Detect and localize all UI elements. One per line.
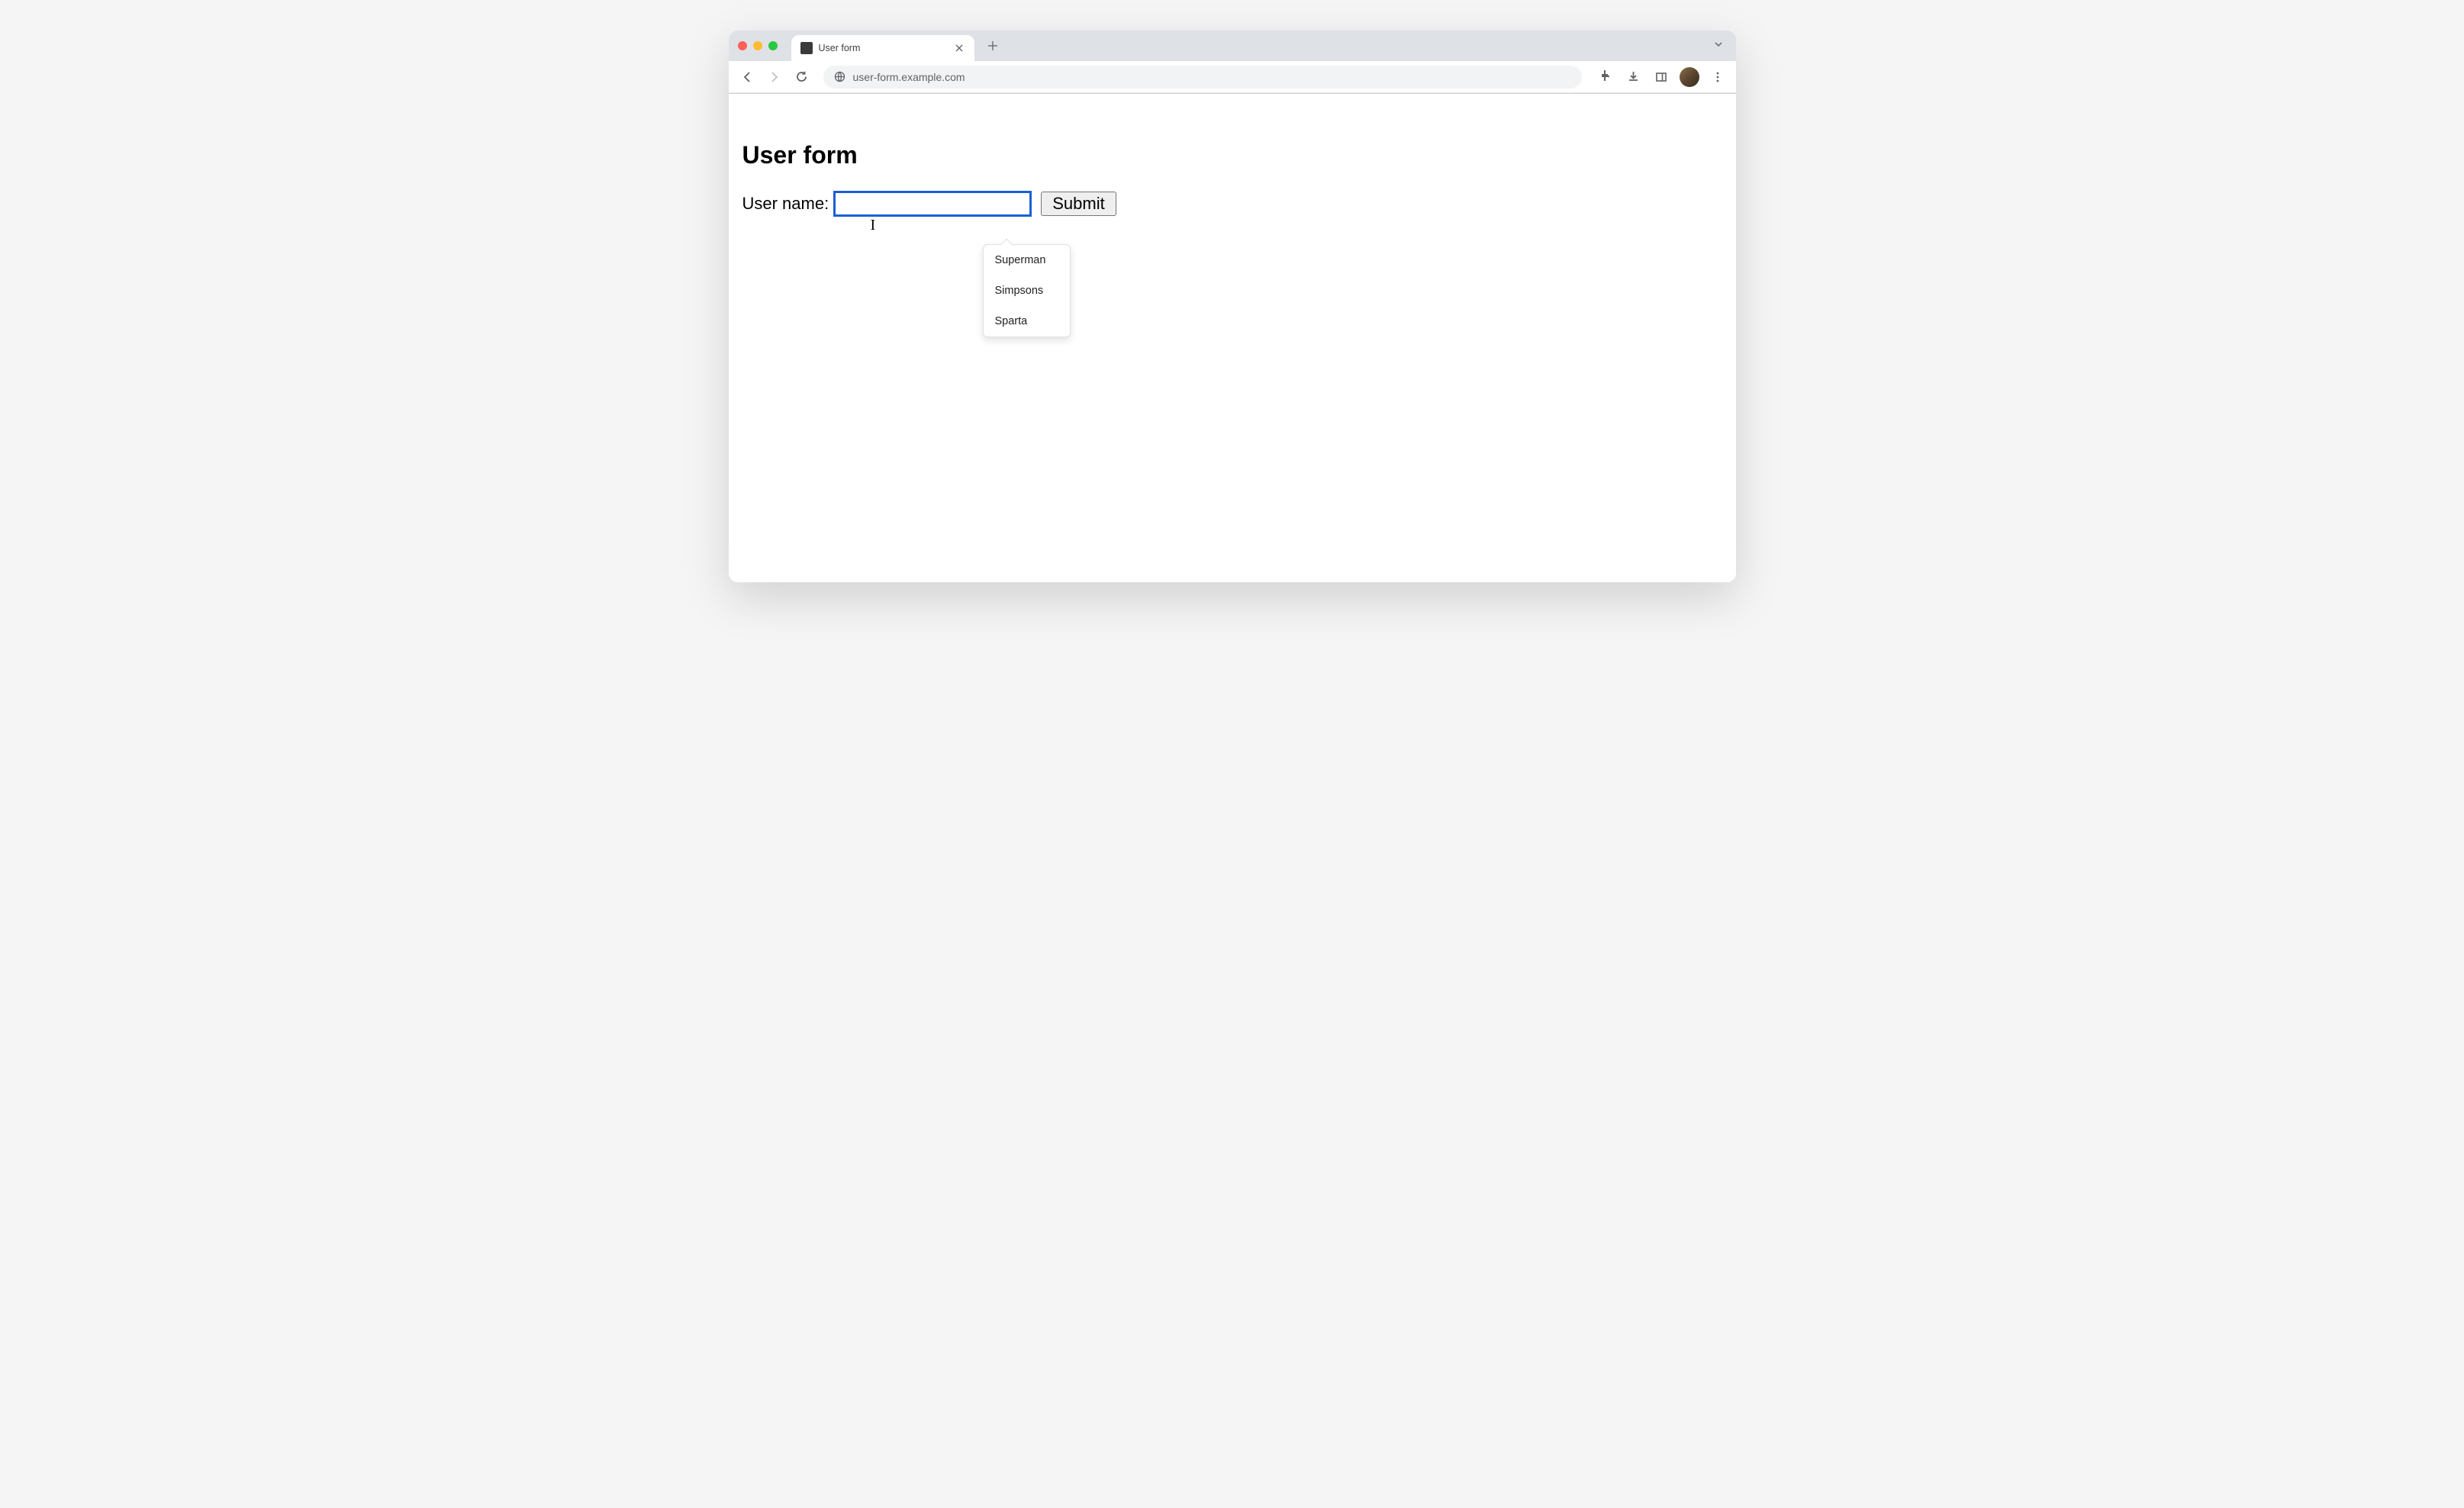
address-bar[interactable]: user-form.example.com <box>823 66 1582 89</box>
tab-title: User form <box>819 43 947 53</box>
autocomplete-item[interactable]: Superman <box>984 245 1070 276</box>
submit-button[interactable]: Submit <box>1041 192 1116 216</box>
toolbar-right <box>1594 65 1730 89</box>
text-cursor-icon: I <box>871 217 876 234</box>
browser-toolbar: user-form.example.com <box>729 61 1736 93</box>
reload-button[interactable] <box>790 65 814 89</box>
profile-avatar[interactable] <box>1680 67 1699 87</box>
downloads-button[interactable] <box>1622 65 1646 89</box>
back-button[interactable] <box>735 65 759 89</box>
url-text: user-form.example.com <box>853 71 965 83</box>
user-form: User name: Submit <box>742 191 1722 217</box>
extensions-button[interactable] <box>1594 65 1619 89</box>
close-tab-button[interactable] <box>953 42 965 54</box>
minimize-window-button[interactable] <box>753 41 762 50</box>
tabs-dropdown-button[interactable] <box>1713 39 1724 53</box>
browser-window: User form <box>729 31 1736 582</box>
window-controls <box>738 41 778 50</box>
page-content: User form User name: Submit I Superman S… <box>729 94 1736 582</box>
tab-bar: User form <box>729 31 1736 61</box>
autocomplete-item[interactable]: Simpsons <box>984 276 1070 306</box>
page-title: User form <box>742 141 1722 169</box>
autocomplete-item[interactable]: Sparta <box>984 306 1070 337</box>
menu-button[interactable] <box>1705 65 1730 89</box>
globe-icon <box>834 71 845 82</box>
maximize-window-button[interactable] <box>768 41 778 50</box>
favicon-icon <box>800 42 813 54</box>
close-window-button[interactable] <box>738 41 747 50</box>
browser-tab[interactable]: User form <box>791 35 974 61</box>
sidepanel-button[interactable] <box>1649 65 1673 89</box>
autocomplete-popup: Superman Simpsons Sparta <box>983 244 1071 337</box>
forward-button[interactable] <box>762 65 787 89</box>
username-input[interactable] <box>833 191 1032 217</box>
new-tab-button[interactable] <box>982 35 1003 56</box>
browser-chrome: User form <box>729 31 1736 94</box>
username-label: User name: <box>742 194 829 214</box>
